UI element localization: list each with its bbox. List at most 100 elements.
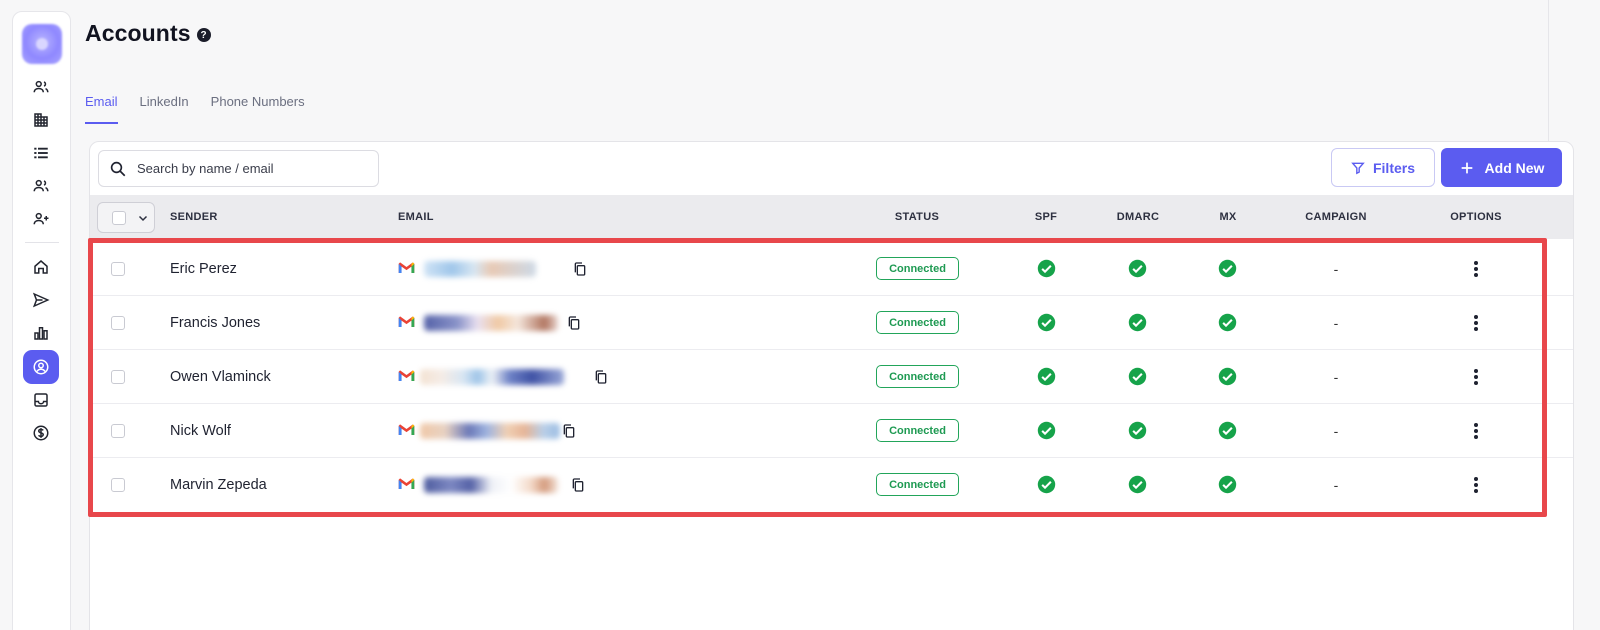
gmail-icon (398, 478, 415, 489)
building-icon (34, 113, 48, 127)
campaign-value: - (1333, 423, 1339, 439)
search-box[interactable] (98, 150, 379, 187)
home-icon (34, 260, 48, 274)
sender-name: Nick Wolf (170, 423, 231, 439)
copy-icon[interactable] (566, 314, 582, 332)
tab-linkedin[interactable]: LinkedIn (140, 94, 189, 124)
account-icon (33, 359, 49, 375)
help-icon[interactable]: ? (196, 28, 211, 42)
table-row[interactable]: Marvin Zepeda Connected - (90, 458, 1573, 512)
row-checkbox[interactable] (111, 370, 125, 384)
copy-icon[interactable] (570, 476, 586, 494)
sidebar-item-companies[interactable] (23, 103, 59, 137)
sender-name: Owen Vlaminck (170, 369, 271, 385)
select-all-dropdown[interactable] (97, 202, 155, 233)
filters-button[interactable]: Filters (1331, 148, 1435, 187)
list-icon (34, 147, 48, 159)
tab-phone-numbers[interactable]: Phone Numbers (211, 94, 305, 124)
gmail-icon (398, 424, 415, 435)
more-options-icon[interactable] (1471, 475, 1481, 495)
search-input[interactable] (137, 161, 357, 176)
inbox-icon (34, 393, 48, 407)
chevron-down-icon (138, 215, 148, 221)
add-new-button[interactable]: Add New (1441, 148, 1562, 187)
spf-check-icon (1037, 475, 1056, 494)
column-header-campaign[interactable]: CAMPAIGN (1305, 195, 1366, 239)
more-options-icon[interactable] (1471, 313, 1481, 333)
gmail-icon (398, 262, 415, 273)
status-badge: Connected (876, 311, 959, 334)
more-options-icon[interactable] (1471, 367, 1481, 387)
gmail-icon (398, 370, 415, 381)
search-icon (110, 161, 126, 176)
mx-check-icon (1218, 475, 1237, 494)
email-address-redacted (424, 477, 558, 493)
column-header-sender[interactable]: SENDER (170, 195, 218, 239)
table-row[interactable]: Owen Vlaminck Connected - (90, 350, 1573, 404)
status-badge: Connected (876, 257, 959, 280)
row-checkbox[interactable] (111, 424, 125, 438)
column-header-dmarc[interactable]: DMARC (1117, 195, 1159, 239)
people-icon (33, 179, 49, 192)
dmarc-check-icon (1128, 367, 1147, 386)
sidebar-item-analytics[interactable] (23, 316, 59, 350)
mx-check-icon (1218, 259, 1237, 278)
email-address-redacted (424, 261, 536, 277)
column-header-spf[interactable]: SPF (1035, 195, 1057, 239)
more-options-icon[interactable] (1471, 421, 1481, 441)
sidebar-item-add-user[interactable] (23, 202, 59, 236)
spf-check-icon (1037, 367, 1056, 386)
column-header-options: OPTIONS (1450, 211, 1502, 223)
column-header-status[interactable]: STATUS (895, 195, 939, 239)
spf-check-icon (1037, 259, 1056, 278)
table-header: SENDER EMAIL STATUS SPF DMARC MX CAMPAIG… (90, 195, 1573, 239)
row-checkbox[interactable] (111, 478, 125, 492)
accounts-card: Filters Add New SENDER EMAIL STATUS SPF … (89, 141, 1574, 630)
email-address-redacted (420, 423, 560, 439)
spf-check-icon (1037, 421, 1056, 440)
table-row[interactable]: Francis Jones Connected - (90, 296, 1573, 350)
sidebar-item-inbox[interactable] (23, 383, 59, 417)
sidebar-item-contacts[interactable] (23, 70, 59, 104)
tab-email[interactable]: Email (85, 94, 118, 124)
filters-button-label: Filters (1372, 159, 1415, 176)
sidebar-item-home[interactable] (23, 250, 59, 284)
add-new-button-label: Add New (1484, 159, 1545, 176)
copy-icon[interactable] (593, 368, 609, 386)
campaign-value: - (1333, 315, 1339, 331)
sidebar-item-lists[interactable] (23, 136, 59, 170)
brand-logo[interactable] (22, 24, 62, 64)
select-all-checkbox[interactable] (112, 210, 126, 225)
filter-icon (1351, 162, 1365, 174)
status-badge: Connected (876, 365, 959, 388)
mx-check-icon (1218, 367, 1237, 386)
row-checkbox[interactable] (111, 316, 125, 330)
page-title: Accounts (85, 20, 191, 46)
table-row[interactable]: Nick Wolf Connected - (90, 404, 1573, 458)
add-user-icon (33, 212, 49, 225)
plus-icon (1461, 162, 1472, 173)
sidebar-item-team[interactable] (23, 169, 59, 203)
dmarc-check-icon (1128, 475, 1147, 494)
sidebar-item-send[interactable] (23, 283, 59, 317)
copy-icon[interactable] (572, 260, 588, 278)
column-header-email[interactable]: EMAIL (398, 195, 434, 239)
campaign-value: - (1333, 369, 1339, 385)
sidebar-divider (25, 242, 59, 243)
row-checkbox[interactable] (111, 262, 125, 276)
column-header-mx[interactable]: MX (1219, 195, 1236, 239)
campaign-value: - (1333, 477, 1339, 493)
spf-check-icon (1037, 313, 1056, 332)
table-row[interactable]: Eric Perez Connected - (90, 242, 1573, 296)
sidebar-item-billing[interactable] (23, 416, 59, 450)
mx-check-icon (1218, 421, 1237, 440)
sender-name: Eric Perez (170, 261, 237, 277)
more-options-icon[interactable] (1471, 259, 1481, 279)
sidebar-item-accounts[interactable] (23, 350, 59, 384)
campaign-value: - (1333, 261, 1339, 277)
copy-icon[interactable] (561, 422, 577, 440)
page-header: Accounts ? (85, 20, 211, 47)
mx-check-icon (1218, 313, 1237, 332)
people-icon (33, 80, 49, 93)
email-address-redacted (420, 369, 564, 385)
